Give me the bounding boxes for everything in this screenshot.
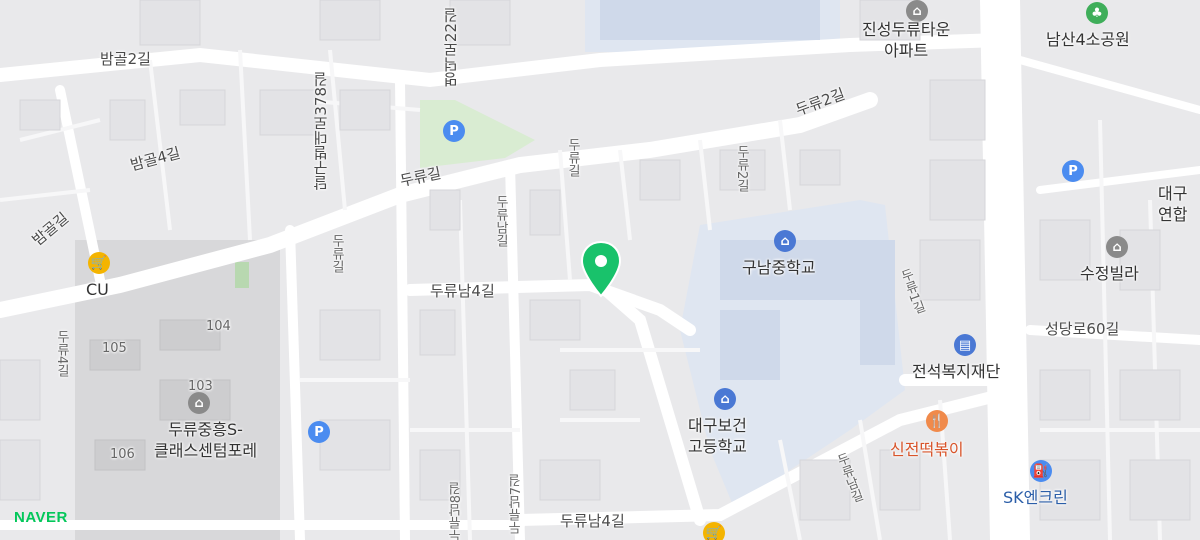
road-label-bamgol2: 밤골2길 [100,50,151,68]
parking-icon[interactable]: P [443,120,465,142]
poi-duryu-classcenter[interactable]: 두류중흥S- 클래스센텀포레 [154,420,257,462]
poi-namsan-park[interactable]: 남산4소공원 [1046,30,1130,51]
poi-sinjeon[interactable]: 신전떡볶이 [890,440,964,461]
poi-duryu-classcenter-line1: 두류중흥S- [168,420,243,439]
road-label-duryunam: 두류남길 [493,195,508,247]
poi-duryu-classcenter-line2: 클래스센텀포레 [154,440,258,460]
road-label-duryu-left: 두류길 [329,234,344,273]
poi-daegu-yeonhap-line2: 연합 [1158,204,1188,224]
road-label-duryu2-vertical: 두류2길 [734,145,749,193]
poi-daegu-health-hs-line2: 고등학교 [688,436,747,456]
road-label-dalgubeol378: 달구벌대로378길 [312,72,330,191]
road-label-duryu-gil-vertical: 두류길 [565,138,580,177]
building-icon[interactable]: ▤ [954,334,976,356]
poi-gunam-ms[interactable]: 구남중학교 [742,258,816,279]
poi-jinseong[interactable]: 진성두류타운 아파트 [862,20,950,62]
poi-sujeong[interactable]: 수정빌라 [1080,264,1139,285]
building-number: 105 [102,341,127,356]
school-icon[interactable]: ⌂ [714,388,736,410]
poi-daegu-yeonhap[interactable]: 대구 연합 [1158,184,1187,226]
building-number: 104 [206,319,231,334]
school-icon[interactable]: ⌂ [774,230,796,252]
apartment-icon[interactable]: ⌂ [1106,236,1128,258]
poi-jeonseok[interactable]: 전석복지재단 [912,362,1000,383]
road-label-duryunam7: 두류남7길 [509,474,524,535]
restaurant-icon[interactable]: 🍴 [926,410,948,432]
road-label-duryunam4: 두류남4길 [430,282,495,300]
poi-daegu-health-hs-line1: 대구보건 [688,416,747,435]
poi-cu[interactable]: CU [86,280,109,301]
poi-daegu-yeonhap-line1: 대구 [1158,184,1188,203]
road-label-duryu4: 두류4길 [54,330,69,378]
parking-icon[interactable]: P [308,421,330,443]
poi-jinseong-line1: 진성두류타운 [862,20,951,39]
road-label-seongdang60: 성당로60길 [1045,320,1120,338]
poi-jinseong-line2: 아파트 [884,40,929,60]
poi-sk[interactable]: SK엔크린 [1003,488,1068,509]
store-icon[interactable]: 🛒 [88,252,110,274]
park-icon[interactable]: ♣ [1086,2,1108,24]
road-label-duryunam4-bottom: 두류남4길 [560,512,625,530]
road-label-duryunam8: 두류남8길 [449,482,464,540]
apartment-icon[interactable]: ⌂ [188,392,210,414]
parking-icon[interactable]: P [1062,160,1084,182]
building-number: 106 [110,447,135,462]
naver-logo[interactable]: NAVER [14,509,68,526]
poi-daegu-health-hs[interactable]: 대구보건 고등학교 [688,416,747,458]
gas-station-icon[interactable]: ⛽ [1030,460,1052,482]
store-icon[interactable]: 🛒 [703,522,725,540]
map-canvas[interactable]: 밤골2길 밤골4길 밤골길 명덕로22길 달구벌대로378길 두류길 두류2길 … [0,0,1200,540]
building-number: 103 [188,379,213,394]
location-pin-icon[interactable] [580,240,622,298]
apartment-icon[interactable]: ⌂ [906,0,928,22]
road-label-myeongdeok22: 명덕로22길 [442,8,460,88]
